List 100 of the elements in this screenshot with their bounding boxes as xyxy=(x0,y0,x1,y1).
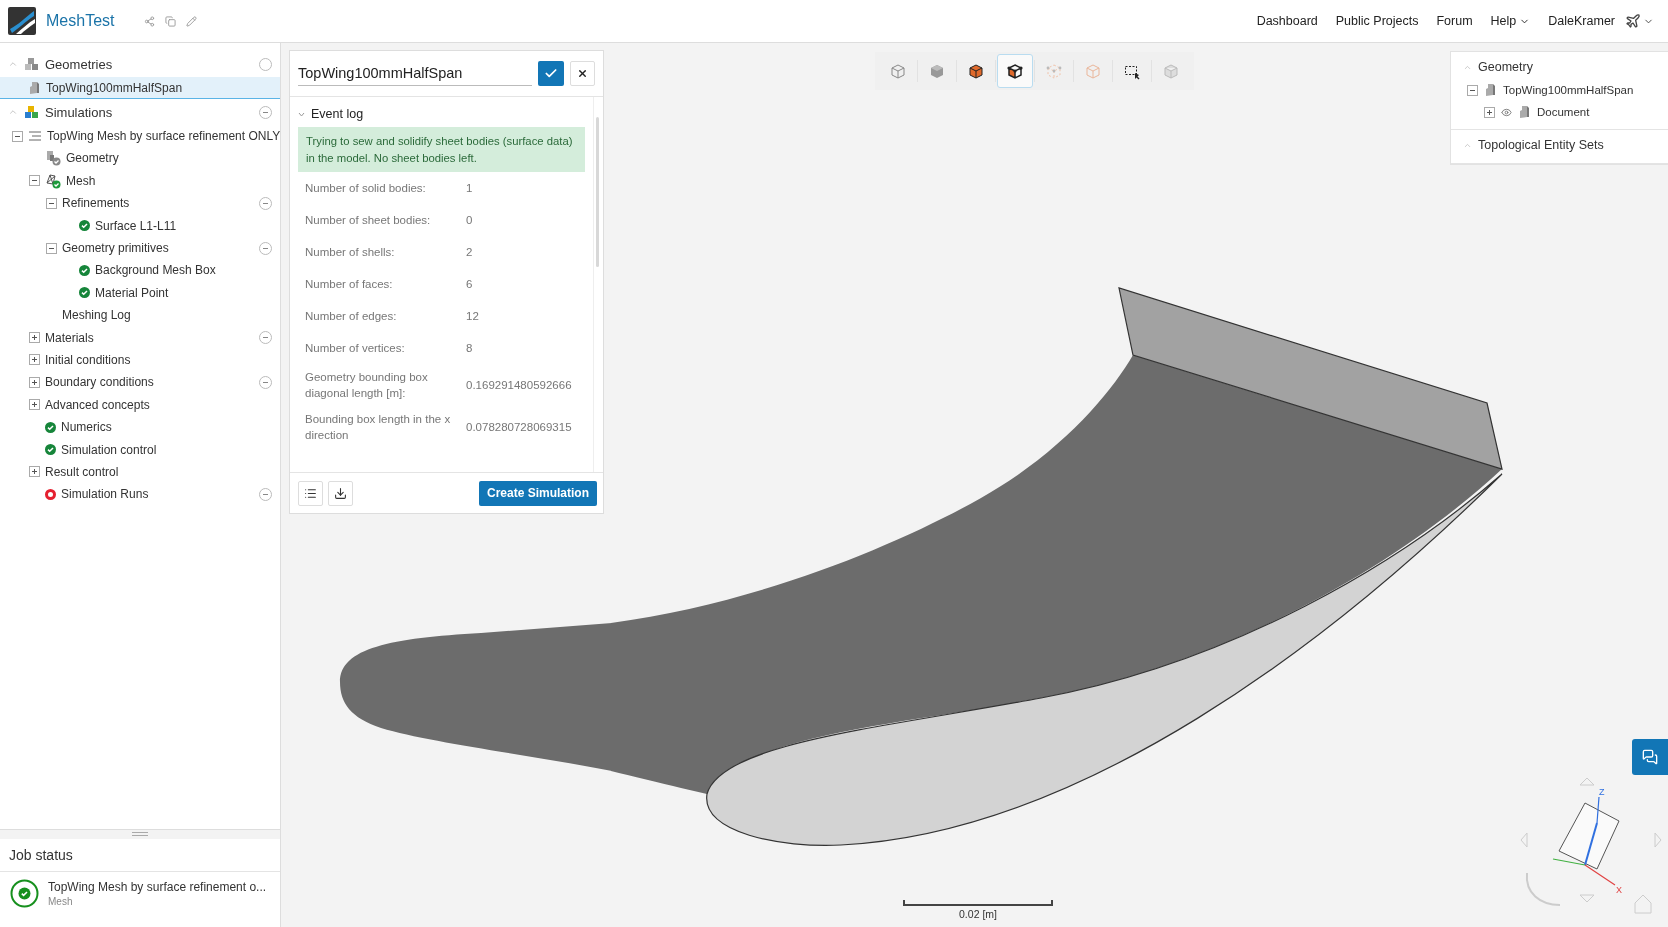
view-mode-button[interactable] xyxy=(997,54,1033,88)
expand-toggle-icon[interactable] xyxy=(29,376,40,388)
download-button[interactable] xyxy=(328,480,353,506)
collapse-circle-icon[interactable] xyxy=(259,487,272,501)
property-label: Number of edges: xyxy=(304,309,398,324)
property-label: Number of shells: xyxy=(304,245,396,260)
list-icon xyxy=(304,486,317,500)
tree-item[interactable]: Result control xyxy=(0,461,280,484)
tree-item[interactable]: Geometry primitives xyxy=(0,237,280,260)
collapse-toggle-icon[interactable] xyxy=(12,130,23,142)
list-lines-icon xyxy=(28,130,42,143)
collapse-circle-icon[interactable] xyxy=(259,241,272,255)
property-label: Bounding box length in the x direction xyxy=(304,412,452,443)
panel-title: Job status xyxy=(0,839,280,872)
success-ring-icon xyxy=(10,879,39,908)
cube-check-icon xyxy=(45,150,61,167)
tree-item[interactable]: Advanced concepts xyxy=(0,394,280,417)
tree-item[interactable]: Geometry xyxy=(0,147,280,171)
download-icon xyxy=(334,486,347,500)
plane-avatar-icon[interactable] xyxy=(1625,13,1641,29)
section-header[interactable]: Simulations xyxy=(0,99,280,126)
close-button[interactable] xyxy=(570,61,595,86)
property-value: 0.078280728069315 xyxy=(466,421,572,433)
tree-item[interactable]: TopWing100mmHalfSpan xyxy=(0,77,280,100)
error-ring-icon xyxy=(45,488,56,500)
cube-vertices-icon xyxy=(1006,62,1024,80)
collapse-toggle-icon[interactable] xyxy=(29,175,40,187)
share-icon[interactable] xyxy=(144,15,156,27)
check-circle-icon xyxy=(79,264,90,276)
section-title: Event log xyxy=(311,107,364,121)
nav-link[interactable]: Public Projects xyxy=(1335,14,1419,28)
collapse-circle-icon[interactable] xyxy=(259,196,272,210)
cube-solid-icon xyxy=(928,62,946,80)
expand-toggle-icon[interactable] xyxy=(29,399,40,411)
tree-item[interactable]: Numerics xyxy=(0,416,280,439)
resize-grip[interactable] xyxy=(132,832,148,836)
cube-icon xyxy=(1484,83,1497,97)
check-circle-icon xyxy=(45,444,56,456)
cube-icon xyxy=(1518,105,1531,119)
tree-item[interactable]: Refinements xyxy=(0,192,280,215)
cubes-icon xyxy=(24,104,39,120)
cube-outline-icon xyxy=(889,62,907,80)
collapse-circle-icon[interactable] xyxy=(259,375,272,389)
chevron-up-icon xyxy=(8,59,18,69)
property-value: 8 xyxy=(466,342,473,354)
property-value: 6 xyxy=(466,278,473,290)
tree-item[interactable]: Material Point xyxy=(0,282,280,305)
property-value: 0.169291480592666 xyxy=(466,379,572,391)
tree-item[interactable]: Mesh xyxy=(0,170,280,193)
logo-icon[interactable] xyxy=(8,7,36,35)
section-header[interactable]: Geometry xyxy=(1451,55,1668,79)
tree-item[interactable]: Surface L1-L11 xyxy=(0,214,280,238)
confirm-button[interactable] xyxy=(538,61,564,86)
section-header[interactable]: Geometries xyxy=(0,51,280,77)
section-toggle[interactable]: Event log xyxy=(298,101,585,127)
tree-item[interactable]: TopWing Mesh by surface refinement ONLY xyxy=(0,125,280,148)
user-name[interactable]: DaleKramer xyxy=(1548,14,1615,28)
tree-item[interactable]: TopWing100mmHalfSpan xyxy=(1451,79,1668,101)
tree-item[interactable]: Meshing Log xyxy=(0,304,280,327)
property-value: 1 xyxy=(466,182,473,194)
tree-item[interactable]: Simulation Runs xyxy=(0,483,280,507)
chat-button[interactable] xyxy=(1632,739,1668,775)
app-name[interactable]: MeshTest xyxy=(46,12,115,30)
tree-item[interactable]: Document xyxy=(1451,101,1668,123)
mesh-check-icon xyxy=(45,172,61,189)
property-label: Number of faces: xyxy=(304,277,394,292)
create-simulation-button[interactable]: Create Simulation xyxy=(478,480,597,506)
nav-link[interactable]: Dashboard xyxy=(1256,14,1318,28)
tree-item[interactable]: Simulation control xyxy=(0,438,280,462)
close-icon xyxy=(577,67,588,80)
cubes-icon xyxy=(24,56,39,72)
list-button[interactable] xyxy=(298,480,323,506)
collapse-toggle-icon[interactable] xyxy=(46,242,57,254)
property-label: Number of sheet bodies: xyxy=(304,213,432,228)
tree-item[interactable]: Materials xyxy=(0,326,280,350)
section-header[interactable]: Topological Entity Sets xyxy=(1451,133,1668,157)
job-title[interactable]: TopWing Mesh by surface refinement o... xyxy=(48,880,267,894)
eye-icon[interactable] xyxy=(1501,106,1512,118)
collapse-circle-icon[interactable] xyxy=(259,331,272,345)
expand-toggle-icon[interactable] xyxy=(29,332,40,344)
nav-link[interactable]: Forum xyxy=(1436,14,1473,28)
check-circle-icon xyxy=(79,287,90,299)
scrollbar-thumb[interactable] xyxy=(596,117,599,267)
property-label: Geometry bounding box diagonal length [m]: xyxy=(304,370,429,401)
expand-toggle-icon[interactable] xyxy=(1484,106,1495,118)
tree-item[interactable]: Initial conditions xyxy=(0,349,280,372)
success-message: Trying to sew and solidify sheet bodies (surface data) in the model. No sheet bodies left. xyxy=(298,127,585,172)
cube-outline-icon xyxy=(1084,62,1102,80)
collapse-toggle-icon[interactable] xyxy=(46,197,57,209)
expand-toggle-icon[interactable] xyxy=(29,354,40,366)
tree-item[interactable]: Background Mesh Box xyxy=(0,259,280,283)
expand-toggle-icon[interactable] xyxy=(29,466,40,478)
scale-label: 0.02 [m] xyxy=(959,908,997,920)
property-label: Number of vertices: xyxy=(304,341,406,356)
cube-dots-icon xyxy=(1045,62,1063,80)
collapse-circle-icon[interactable] xyxy=(259,105,272,119)
job-type: Mesh xyxy=(48,896,74,907)
collapse-toggle-icon[interactable] xyxy=(1467,84,1478,96)
nav-link[interactable]: Help xyxy=(1490,14,1531,28)
tree-item[interactable]: Boundary conditions xyxy=(0,371,280,395)
